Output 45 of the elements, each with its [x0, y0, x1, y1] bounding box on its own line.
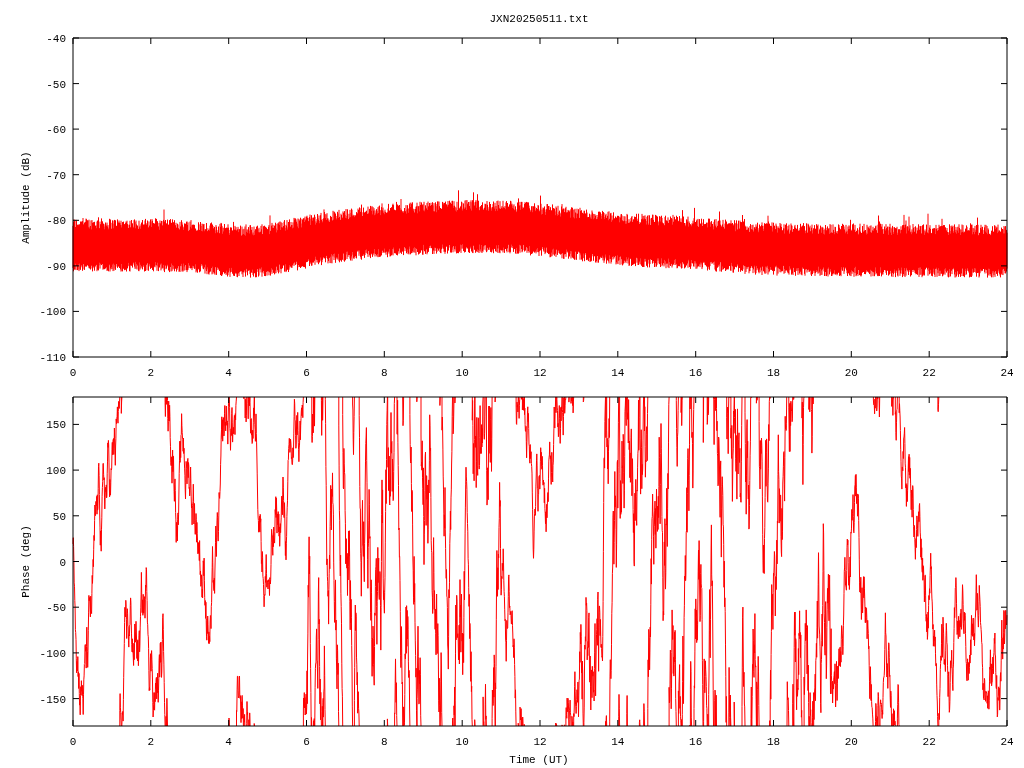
tick-label: 4	[225, 367, 232, 379]
tick-label: -90	[46, 260, 66, 273]
tick-label: 18	[766, 367, 781, 379]
tick-label: 0	[69, 736, 77, 748]
tick-label: -50	[46, 78, 66, 91]
tick-label: 20	[844, 367, 858, 379]
tick-label: 24	[1000, 367, 1014, 379]
tick-label: 12	[533, 736, 547, 748]
tick-label: -40	[46, 33, 66, 45]
tick-label: 16	[689, 736, 703, 748]
axis-label: Time (UT)	[509, 754, 569, 766]
tick-label: 24	[1000, 736, 1014, 748]
tick-label: -110	[39, 352, 66, 364]
tick-label: 2	[147, 736, 155, 748]
tick-label: -50	[46, 602, 66, 615]
tick-label: 0	[69, 367, 77, 379]
tick-label: 18	[766, 736, 781, 748]
tick-label: 6	[303, 736, 310, 748]
tick-label: 20	[844, 736, 858, 748]
tick-label: -100	[39, 306, 66, 319]
tick-label: 12	[533, 367, 547, 379]
tick-label: 2	[147, 367, 155, 379]
tick-label: 16	[689, 367, 703, 379]
tick-label: -60	[46, 124, 66, 137]
tick-label: 0	[59, 556, 66, 569]
tick-label: 14	[611, 736, 625, 748]
chart-title: JXN20250511.txt	[489, 13, 589, 25]
tick-label: -80	[46, 215, 66, 228]
tick-label: 10	[455, 736, 469, 748]
tick-label: -70	[46, 169, 66, 182]
tick-label: 22	[922, 736, 936, 748]
tick-label: 150	[46, 419, 66, 432]
tick-label: 22	[922, 367, 936, 379]
tick-label: 4	[225, 736, 232, 748]
tick-label: 8	[381, 736, 388, 748]
tick-label: 6	[303, 367, 310, 379]
tick-label: 50	[52, 510, 66, 523]
tick-label: -150	[39, 693, 66, 706]
tick-label: 10	[455, 367, 469, 379]
tick-label: 14	[611, 367, 625, 379]
axis-label: Phase (deg)	[20, 525, 32, 598]
tick-label: 8	[381, 367, 388, 379]
tick-label: -100	[39, 647, 66, 660]
axis-label: Amplitude (dB)	[20, 151, 32, 244]
tick-label: 100	[46, 465, 66, 478]
